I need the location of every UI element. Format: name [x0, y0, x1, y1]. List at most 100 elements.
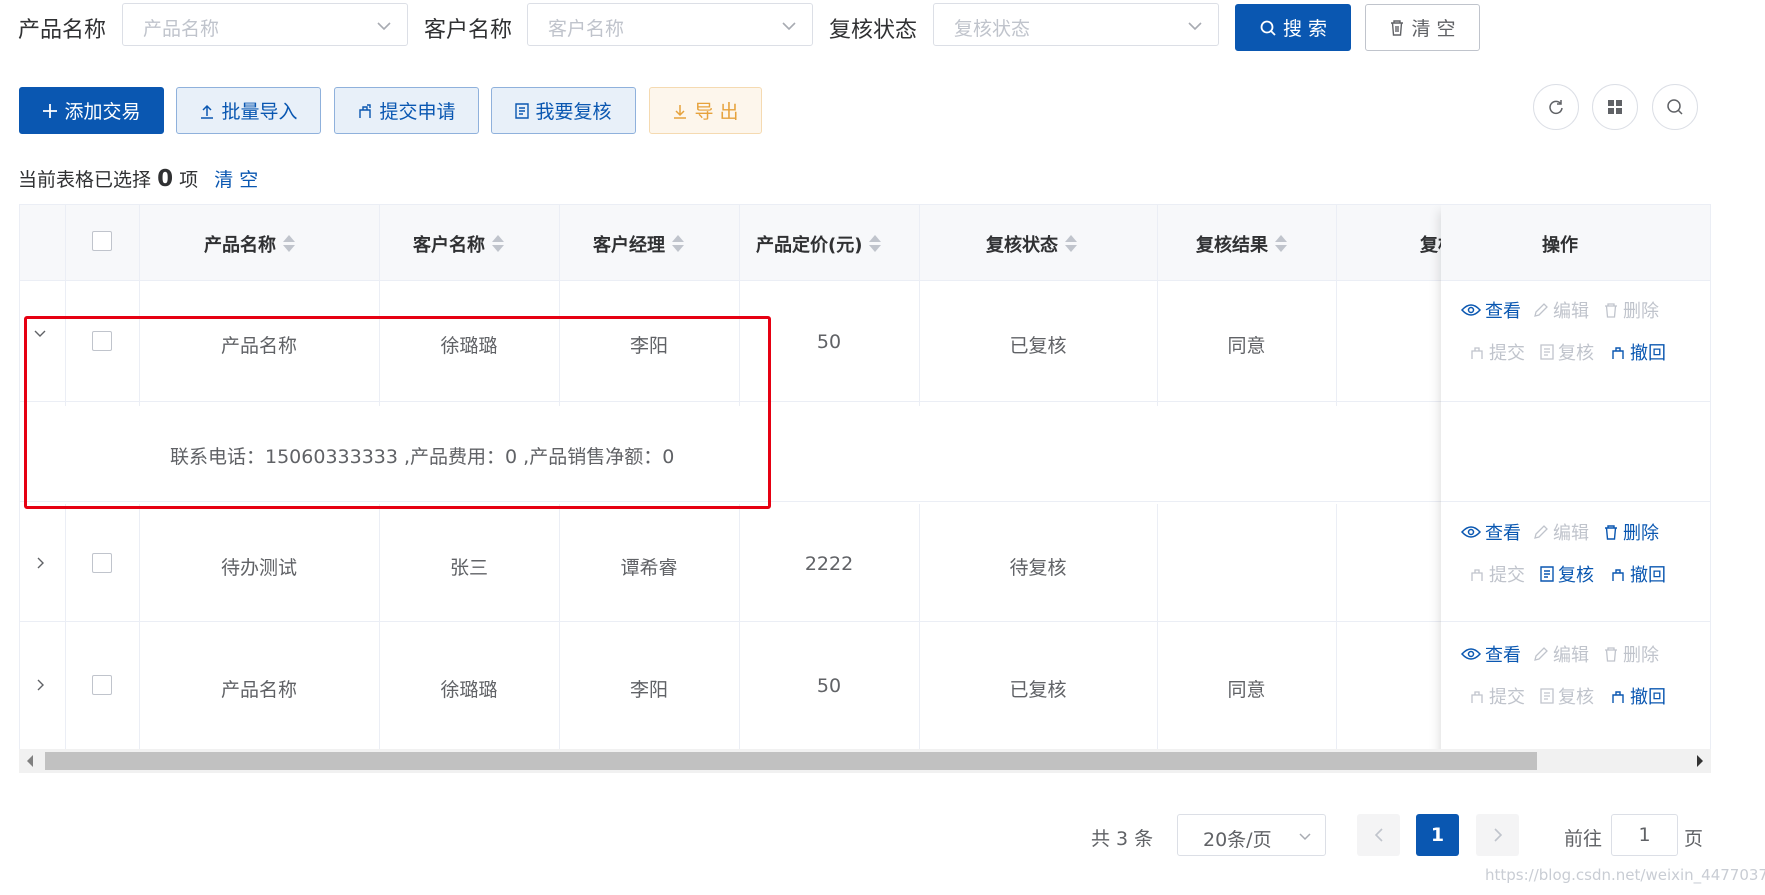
clear-search-label: 清 空 — [1411, 18, 1456, 40]
submit-button[interactable]: 提交 — [1469, 561, 1525, 587]
header-review-status[interactable]: 复核状态 — [986, 231, 1078, 257]
row-review-result: 同意 — [1227, 335, 1266, 357]
selection-suffix: 项 — [179, 169, 199, 191]
page-number-button[interactable]: 1 — [1416, 814, 1459, 856]
document-icon — [1540, 566, 1554, 582]
chevron-right-icon[interactable] — [32, 677, 48, 693]
search-icon — [1667, 99, 1683, 115]
view-button[interactable]: 查看 — [1461, 297, 1521, 323]
batch-import-button[interactable]: 批量导入 — [176, 87, 321, 134]
trash-icon — [1605, 525, 1617, 540]
page-size-value: 20条/页 — [1203, 829, 1272, 851]
select-all-checkbox[interactable] — [92, 231, 112, 251]
clear-search-button[interactable]: 清 空 — [1365, 4, 1480, 51]
row-review-status: 已复核 — [1009, 335, 1067, 357]
add-transaction-label: 添加交易 — [64, 101, 141, 123]
columns-button[interactable] — [1592, 84, 1638, 130]
edit-button[interactable]: 编辑 — [1533, 519, 1589, 545]
submit-icon — [1471, 691, 1483, 703]
refresh-button[interactable] — [1533, 84, 1579, 130]
header-product-name[interactable]: 产品名称 — [204, 231, 296, 257]
delete-button[interactable]: 删除 — [1603, 641, 1659, 667]
review-button[interactable]: 复核 — [1540, 561, 1594, 587]
plus-icon — [43, 103, 58, 118]
add-transaction-button[interactable]: 添加交易 — [19, 87, 164, 134]
row-product-name: 产品名称 — [220, 679, 297, 701]
review-button[interactable]: 复核 — [1540, 683, 1594, 709]
operations-column: 操作 查看 编辑 删除 提交 复核 撤回 查看 编辑 删除 提交 复核 撤回 查… — [1441, 205, 1710, 772]
header-customer-name[interactable]: 客户名称 — [413, 231, 505, 257]
clear-selection-link[interactable]: 清 空 — [214, 169, 258, 191]
edit-button[interactable]: 编辑 — [1533, 297, 1589, 323]
eye-icon — [1461, 526, 1481, 538]
submit-button[interactable]: 提交 — [1469, 339, 1525, 365]
search-button[interactable]: 搜 索 — [1235, 4, 1351, 51]
chevron-down-icon — [377, 22, 391, 31]
product-name-placeholder: 产品名称 — [143, 18, 220, 40]
chevron-right-icon — [1493, 828, 1502, 842]
prev-page-button[interactable] — [1357, 814, 1400, 856]
my-review-button[interactable]: 我要复核 — [491, 87, 636, 134]
submit-button[interactable]: 提交 — [1469, 683, 1525, 709]
chevron-right-icon[interactable] — [32, 555, 48, 571]
watermark-text: https://blog.csdn.net/weixin_44770377 — [1485, 866, 1765, 884]
row-price: 2222 — [804, 553, 854, 575]
row-customer-name: 张三 — [449, 557, 488, 579]
next-page-button[interactable] — [1476, 814, 1519, 856]
selection-info: 当前表格已选择 0 项 清 空 — [18, 165, 258, 192]
toggle-search-button[interactable] — [1652, 84, 1698, 130]
refresh-icon — [1549, 100, 1563, 115]
chevron-down-icon — [1188, 22, 1202, 31]
batch-import-label: 批量导入 — [221, 101, 298, 123]
horizontal-scrollbar[interactable] — [19, 749, 1711, 773]
revoke-button[interactable]: 撤回 — [1610, 339, 1666, 365]
product-name-select[interactable]: 产品名称 — [122, 3, 408, 46]
product-name-label: 产品名称 — [18, 18, 107, 43]
trash-icon — [1605, 303, 1617, 318]
sort-icon[interactable] — [1064, 234, 1078, 254]
grid-icon — [1608, 100, 1622, 114]
revoke-button[interactable]: 撤回 — [1610, 683, 1666, 709]
revoke-button[interactable]: 撤回 — [1610, 561, 1666, 587]
sort-icon[interactable] — [491, 234, 505, 254]
my-review-label: 我要复核 — [535, 101, 612, 123]
sort-icon[interactable] — [282, 234, 296, 254]
header-product-price[interactable]: 产品定价(元) — [756, 231, 882, 257]
view-button[interactable]: 查看 — [1461, 519, 1521, 545]
trash-icon — [1391, 19, 1404, 36]
row-product-name: 待办测试 — [220, 557, 297, 579]
search-button-label: 搜 索 — [1282, 18, 1328, 40]
view-button[interactable]: 查看 — [1461, 641, 1521, 667]
review-status-label: 复核状态 — [829, 18, 918, 43]
review-status-select[interactable]: 复核状态 — [933, 3, 1219, 46]
review-button[interactable]: 复核 — [1540, 339, 1594, 365]
scroll-right-icon[interactable] — [1696, 755, 1704, 767]
sort-icon[interactable] — [671, 234, 685, 254]
header-customer-manager[interactable]: 客户经理 — [593, 231, 685, 257]
sort-icon[interactable] — [868, 234, 882, 254]
sort-icon[interactable] — [1274, 234, 1288, 254]
header-operations: 操作 — [1542, 235, 1578, 256]
customer-name-select[interactable]: 客户名称 — [527, 3, 813, 46]
goto-page-input[interactable]: 1 — [1611, 814, 1678, 856]
scroll-left-icon[interactable] — [26, 755, 34, 767]
export-button[interactable]: 导 出 — [649, 87, 762, 134]
revoke-icon — [1612, 691, 1624, 703]
edit-icon — [1534, 647, 1548, 661]
delete-button[interactable]: 删除 — [1603, 519, 1659, 545]
customer-name-label: 客户名称 — [424, 18, 513, 43]
page-size-select[interactable]: 20条/页 — [1177, 814, 1326, 856]
header-review-result[interactable]: 复核结果 — [1196, 231, 1288, 257]
row-review-result: 同意 — [1227, 679, 1266, 701]
download-icon — [674, 104, 687, 119]
delete-button[interactable]: 删除 — [1603, 297, 1659, 323]
row-checkbox[interactable] — [92, 553, 112, 573]
scrollbar-thumb[interactable] — [45, 752, 1537, 770]
submit-application-button[interactable]: 提交申请 — [334, 87, 479, 134]
chevron-left-icon — [1374, 828, 1383, 842]
trash-icon — [1605, 647, 1617, 662]
row-checkbox[interactable] — [92, 675, 112, 695]
document-icon — [1540, 344, 1554, 360]
submit-icon — [1471, 347, 1483, 359]
edit-button[interactable]: 编辑 — [1533, 641, 1589, 667]
